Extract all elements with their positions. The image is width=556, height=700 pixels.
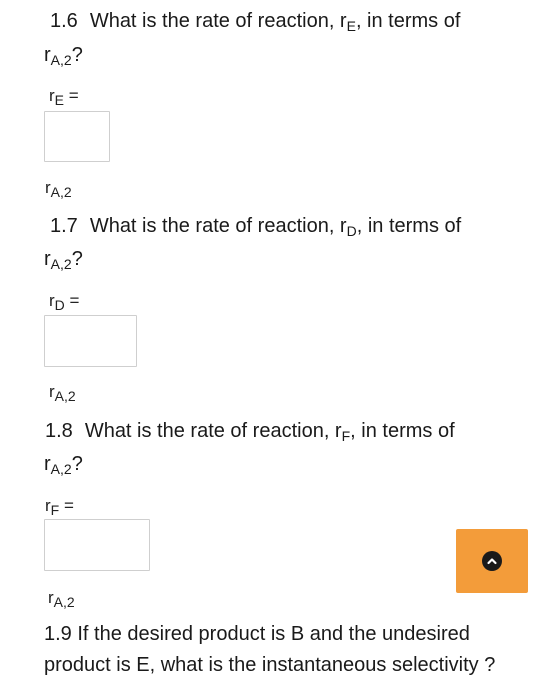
unit-label-rA2: rA,2 xyxy=(48,588,75,610)
question-number: 1.6 xyxy=(50,10,78,32)
unit-label-rA2: rA,2 xyxy=(45,178,72,200)
question-1-9-text: 1.9 If the desired product is B and the … xyxy=(44,623,496,676)
chevron-up-icon xyxy=(482,551,502,571)
answer-input-1-7[interactable] xyxy=(44,315,137,367)
answer-label-rD: rD = xyxy=(49,291,80,313)
scroll-to-top-button[interactable] xyxy=(456,529,528,593)
question-1-6-continuation: rA,2? xyxy=(44,44,83,68)
answer-label-rE: rE = xyxy=(49,86,79,108)
question-1-7-text: 1.7 What is the rate of reaction, rD, in … xyxy=(50,215,462,239)
question-number: 1.8 xyxy=(45,420,73,442)
question-1-6-text: 1.6 What is the rate of reaction, rE, in … xyxy=(50,10,461,34)
answer-input-1-8[interactable] xyxy=(44,519,150,571)
question-1-8-text: 1.8 What is the rate of reaction, rF, in … xyxy=(45,420,455,444)
unit-label-rA2: rA,2 xyxy=(49,382,76,404)
question-1-8-continuation: rA,2? xyxy=(44,453,83,477)
answer-label-rF: rF = xyxy=(45,496,74,518)
question-1-7-continuation: rA,2? xyxy=(44,248,83,272)
question-number: 1.9 xyxy=(44,623,72,645)
answer-input-1-6[interactable] xyxy=(44,111,110,162)
question-number: 1.7 xyxy=(50,215,78,237)
